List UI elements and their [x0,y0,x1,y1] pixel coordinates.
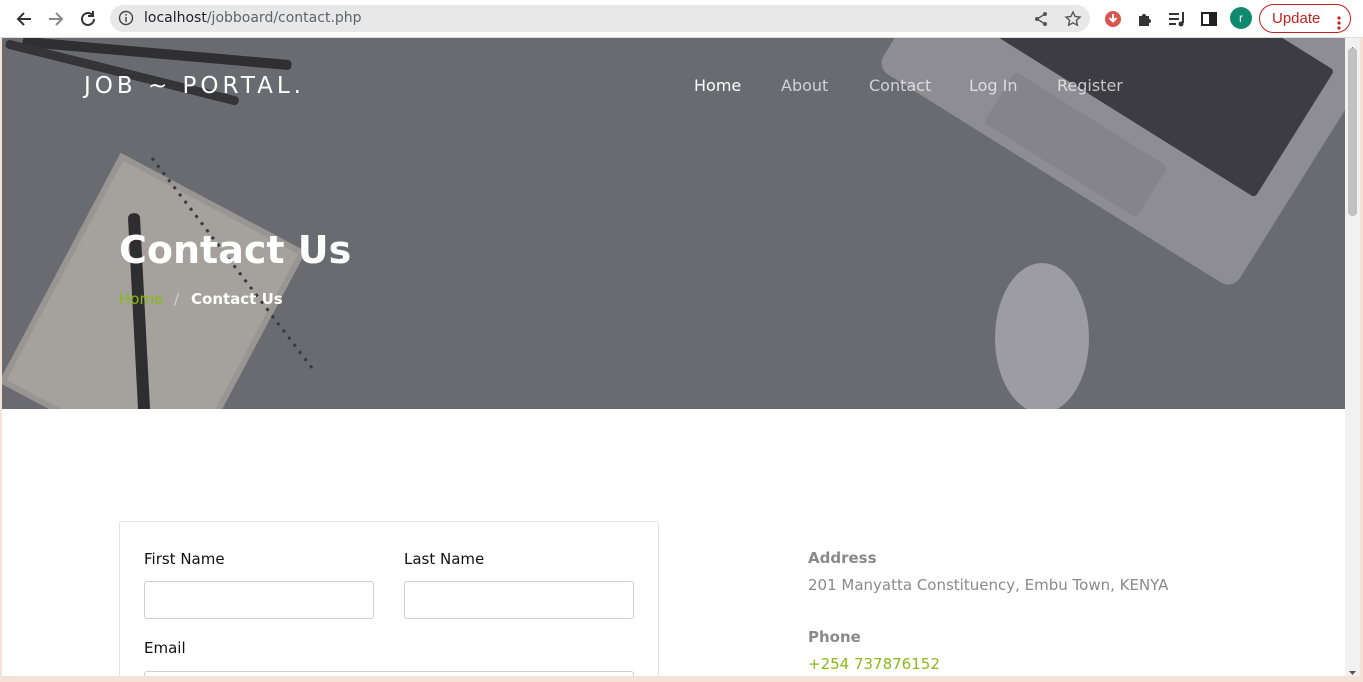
share-icon[interactable] [1032,10,1050,28]
back-arrow-icon[interactable] [12,7,36,31]
address-heading: Address [808,549,877,567]
page-title: Contact Us [119,228,352,272]
nav-home[interactable]: Home [694,76,741,95]
nav-register[interactable]: Register [1057,76,1123,95]
last-name-label: Last Name [404,550,485,568]
scroll-down-icon[interactable] [1348,664,1357,675]
forward-arrow-icon[interactable] [44,7,68,31]
nav-contact[interactable]: Contact [869,76,931,95]
extension-download-icon[interactable] [1103,9,1123,29]
last-name-input[interactable] [404,581,634,619]
breadcrumb-current: Contact Us [191,290,283,308]
email-label: Email [144,639,186,657]
extensions-puzzle-icon[interactable] [1135,9,1155,29]
bookmark-star-icon[interactable] [1064,10,1082,28]
nav-login[interactable]: Log In [969,76,1018,95]
phone-heading: Phone [808,628,861,646]
scrollbar-thumb[interactable] [1348,48,1357,216]
browser-toolbar: localhost/jobboard/contact.php r Update [0,0,1363,38]
profile-avatar[interactable]: r [1230,7,1252,29]
page-scrollbar[interactable] [1345,38,1360,676]
breadcrumb-separator: / [174,290,180,308]
url-text: localhost/jobboard/contact.php [144,10,362,26]
breadcrumb-home-link[interactable]: Home [119,290,163,308]
side-panel-icon[interactable] [1199,9,1219,29]
page-viewport: JOB ~ PORTAL. Home About Contact Log In … [2,38,1345,676]
nav-about[interactable]: About [781,76,828,95]
site-logo[interactable]: JOB ~ PORTAL. [84,73,305,99]
first-name-input[interactable] [144,581,374,619]
phone-link[interactable]: +254 737876152 [808,655,940,673]
media-queue-icon[interactable] [1167,9,1187,29]
address-text: 201 Manyatta Constituency, Embu Town, KE… [808,576,1169,594]
first-name-label: First Name [144,550,225,568]
scroll-up-icon[interactable] [1348,40,1357,51]
site-info-icon[interactable] [118,10,134,26]
hero-banner: JOB ~ PORTAL. Home About Contact Log In … [2,38,1345,409]
email-input[interactable] [144,671,634,676]
contact-form: First Name Last Name Email [119,521,659,676]
reload-icon[interactable] [76,7,100,31]
more-menu-icon[interactable] [1337,12,1341,30]
address-bar[interactable]: localhost/jobboard/contact.php [110,5,1090,32]
update-button[interactable]: Update [1259,4,1351,33]
